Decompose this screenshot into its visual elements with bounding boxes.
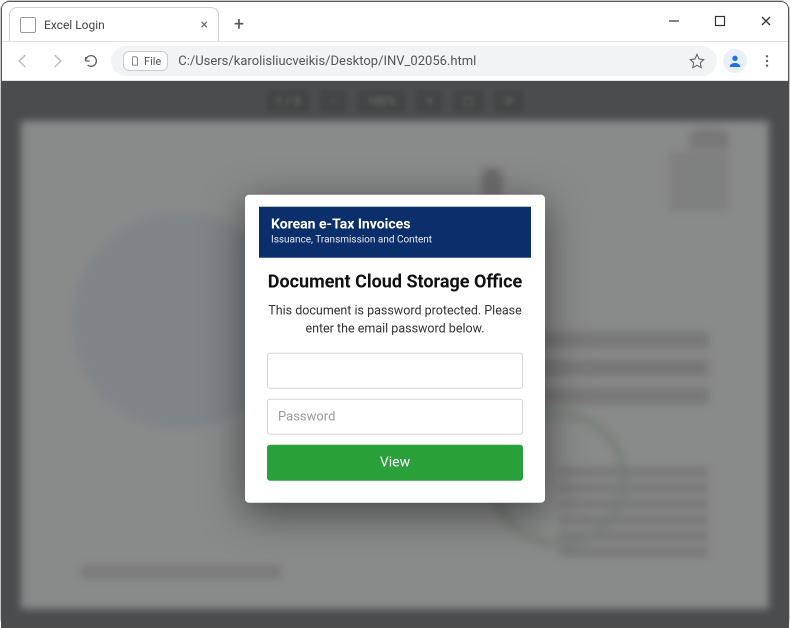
window-minimize-button[interactable] xyxy=(651,1,697,41)
tab-close-icon[interactable]: × xyxy=(201,17,208,33)
modal-body-text: This document is password protected. Ple… xyxy=(267,303,523,339)
email-field[interactable] xyxy=(267,353,523,389)
tab-favicon xyxy=(20,17,36,33)
kebab-icon xyxy=(759,53,775,69)
nav-back-button[interactable] xyxy=(9,47,37,75)
tab-title: Excel Login xyxy=(44,18,105,32)
login-modal: Korean e-Tax Invoices Issuance, Transmis… xyxy=(245,195,545,503)
profile-avatar-button[interactable] xyxy=(723,49,747,73)
password-field[interactable] xyxy=(267,399,523,435)
page-viewport: 1 / 3 − 100% + ▢ ⟳ 증 -74484 Korean e-Tax… xyxy=(1,81,789,628)
window-maximize-button[interactable] xyxy=(697,1,743,41)
window-controls xyxy=(651,1,789,41)
omnibox-actions xyxy=(689,53,705,69)
view-button[interactable]: View xyxy=(267,445,523,481)
window-close-button[interactable] xyxy=(743,1,789,41)
window-titlebar: Excel Login × + xyxy=(1,1,789,41)
modal-heading: Document Cloud Storage Office xyxy=(267,272,523,293)
browser-toolbar: File C:/Users/karolisliucveikis/Desktop/… xyxy=(1,41,789,81)
browser-tab-active[interactable]: Excel Login × xyxy=(9,7,219,41)
new-tab-button[interactable]: + xyxy=(225,10,253,38)
address-bar[interactable]: File C:/Users/karolisliucveikis/Desktop/… xyxy=(111,46,717,76)
nav-forward-button[interactable] xyxy=(43,47,71,75)
arrow-left-icon xyxy=(14,52,32,70)
document-icon xyxy=(130,56,140,66)
star-icon[interactable] xyxy=(689,53,705,69)
banner-subtitle: Issuance, Transmission and Content xyxy=(271,235,519,246)
plus-icon: + xyxy=(234,14,244,35)
browser-menu-button[interactable] xyxy=(753,47,781,75)
scheme-label: File xyxy=(144,55,161,68)
person-icon xyxy=(727,53,743,69)
reload-icon xyxy=(83,53,99,69)
nav-reload-button[interactable] xyxy=(77,47,105,75)
url-text: C:/Users/karolisliucveikis/Desktop/INV_0… xyxy=(178,54,476,69)
url-scheme-badge: File xyxy=(123,51,168,71)
arrow-right-icon xyxy=(48,52,66,70)
banner-title: Korean e-Tax Invoices xyxy=(271,217,519,233)
modal-banner: Korean e-Tax Invoices Issuance, Transmis… xyxy=(259,207,531,258)
